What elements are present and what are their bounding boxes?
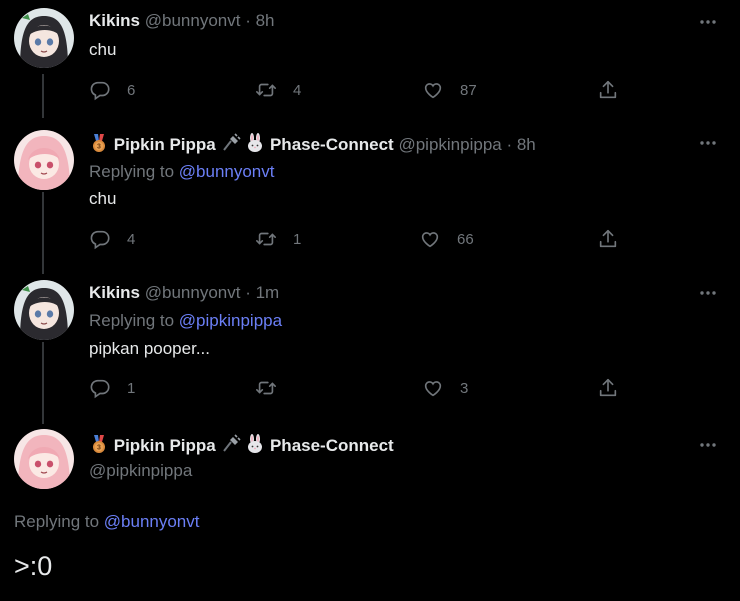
like-count: 87	[460, 81, 477, 99]
retweet-button[interactable]: 1	[255, 227, 301, 251]
replying-label: Replying to	[89, 162, 179, 181]
more-icon[interactable]	[698, 133, 718, 153]
avatar[interactable]	[14, 8, 74, 68]
mention-link[interactable]: @pipkinpippa	[179, 311, 282, 330]
plug-icon	[221, 434, 241, 454]
like-icon	[422, 377, 444, 399]
medal-badge-icon	[89, 434, 109, 454]
retweet-icon	[255, 228, 277, 250]
replying-to: Replying to @bunnyonvt	[89, 161, 275, 183]
like-icon	[422, 79, 444, 101]
tweet-text: chu	[89, 189, 117, 208]
handle[interactable]: @pipkinpippa	[398, 135, 501, 154]
reply-count: 6	[127, 81, 136, 99]
tweet-text: chu	[89, 40, 117, 59]
more-icon[interactable]	[698, 283, 718, 303]
thread-line	[42, 192, 44, 274]
share-button[interactable]	[597, 78, 635, 102]
tweet-header: Pipkin Pippa Phase-Connect @pipkinpippa …	[89, 133, 536, 156]
like-button[interactable]: 87	[422, 78, 477, 102]
timestamp[interactable]: · 1m	[245, 283, 279, 302]
reply-button[interactable]: 1	[89, 376, 135, 400]
reply-button[interactable]: 4	[89, 227, 135, 251]
thread-line	[42, 74, 44, 118]
tweet-text: >:0	[14, 551, 53, 581]
reply-icon	[89, 79, 111, 101]
replying-label: Replying to	[14, 512, 104, 531]
retweet-icon	[255, 377, 277, 399]
display-name[interactable]: Pipkin Pippa	[114, 436, 216, 455]
mention-link[interactable]: @bunnyonvt	[104, 512, 200, 531]
rabbit-icon	[245, 133, 265, 153]
reply-count: 4	[127, 230, 136, 248]
more-icon[interactable]	[698, 12, 718, 32]
tweet-header: Pipkin Pippa Phase-Connect	[89, 434, 394, 457]
like-button[interactable]: 3	[422, 376, 468, 400]
retweet-icon	[255, 79, 277, 101]
share-icon	[597, 79, 619, 101]
display-name[interactable]: Pipkin Pippa	[114, 135, 216, 154]
share-button[interactable]	[597, 376, 635, 400]
retweet-button[interactable]: 4	[255, 78, 301, 102]
tweet-text: pipkan pooper...	[89, 339, 210, 358]
reply-icon	[89, 228, 111, 250]
rabbit-icon	[245, 434, 265, 454]
timestamp[interactable]: · 8h	[245, 11, 274, 30]
affiliation[interactable]: Phase-Connect	[270, 135, 394, 154]
avatar[interactable]	[14, 280, 74, 340]
tweet-actions: 1 3	[89, 376, 629, 400]
handle[interactable]: @bunnyonvt	[145, 11, 241, 30]
replying-label: Replying to	[89, 311, 179, 330]
share-icon	[597, 377, 619, 399]
replying-to: Replying to @pipkinpippa	[89, 310, 282, 332]
like-icon	[419, 228, 441, 250]
handle[interactable]: @pipkinpippa	[89, 460, 192, 482]
more-icon[interactable]	[698, 435, 718, 455]
avatar[interactable]	[14, 130, 74, 190]
retweet-count: 1	[293, 230, 302, 248]
tweet-header: Kikins @bunnyonvt · 1m	[89, 282, 279, 304]
reply-count: 1	[127, 379, 136, 397]
display-name[interactable]: Kikins	[89, 283, 140, 302]
replying-to: Replying to @bunnyonvt	[14, 511, 200, 533]
medal-badge-icon	[89, 133, 109, 153]
handle[interactable]: @bunnyonvt	[145, 283, 241, 302]
share-button[interactable]	[597, 227, 635, 251]
reply-icon	[89, 377, 111, 399]
like-button[interactable]: 66	[419, 227, 474, 251]
timestamp[interactable]: · 8h	[506, 135, 535, 154]
like-count: 3	[460, 379, 469, 397]
display-name[interactable]: Kikins	[89, 11, 140, 30]
retweet-button[interactable]	[255, 376, 293, 400]
like-count: 66	[457, 230, 474, 248]
retweet-count: 4	[293, 81, 302, 99]
plug-icon	[221, 133, 241, 153]
tweet-header: Kikins @bunnyonvt · 8h	[89, 10, 275, 32]
mention-link[interactable]: @bunnyonvt	[179, 162, 275, 181]
tweet-actions: 4 1 66	[89, 227, 629, 251]
thread-line	[42, 342, 44, 424]
share-icon	[597, 228, 619, 250]
tweet-actions: 6 4 87	[89, 78, 629, 102]
reply-button[interactable]: 6	[89, 78, 135, 102]
avatar[interactable]	[14, 429, 74, 489]
affiliation[interactable]: Phase-Connect	[270, 436, 394, 455]
